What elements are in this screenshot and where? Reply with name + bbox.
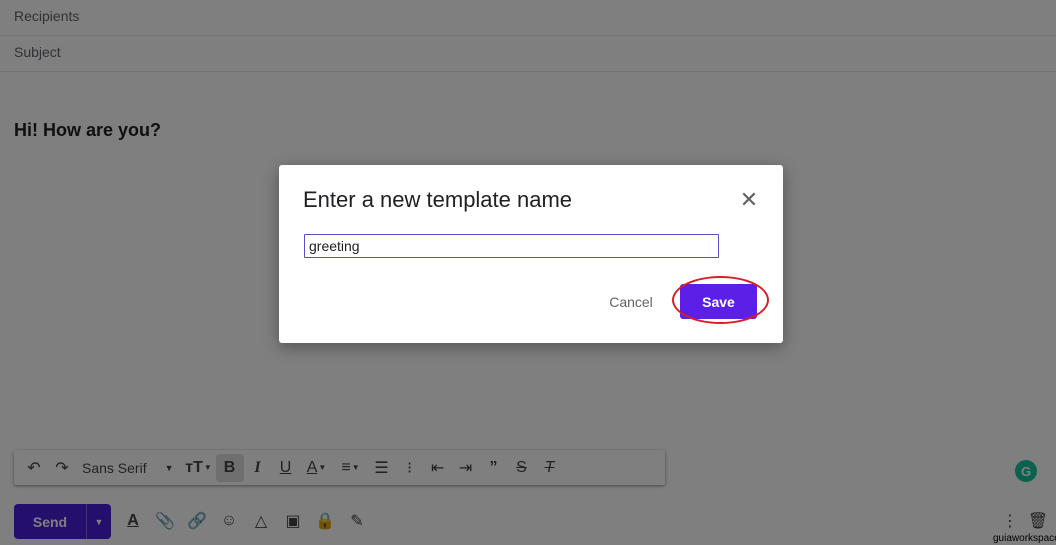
cancel-button[interactable]: Cancel (595, 287, 667, 317)
template-name-input[interactable] (304, 234, 719, 258)
template-name-dialog: Enter a new template name ✕ Cancel Save (279, 165, 783, 343)
watermark: guiaworkspace (993, 533, 1056, 544)
save-button[interactable]: Save (680, 284, 757, 319)
dialog-title: Enter a new template name (303, 187, 573, 212)
close-icon[interactable]: ✕ (738, 189, 760, 211)
